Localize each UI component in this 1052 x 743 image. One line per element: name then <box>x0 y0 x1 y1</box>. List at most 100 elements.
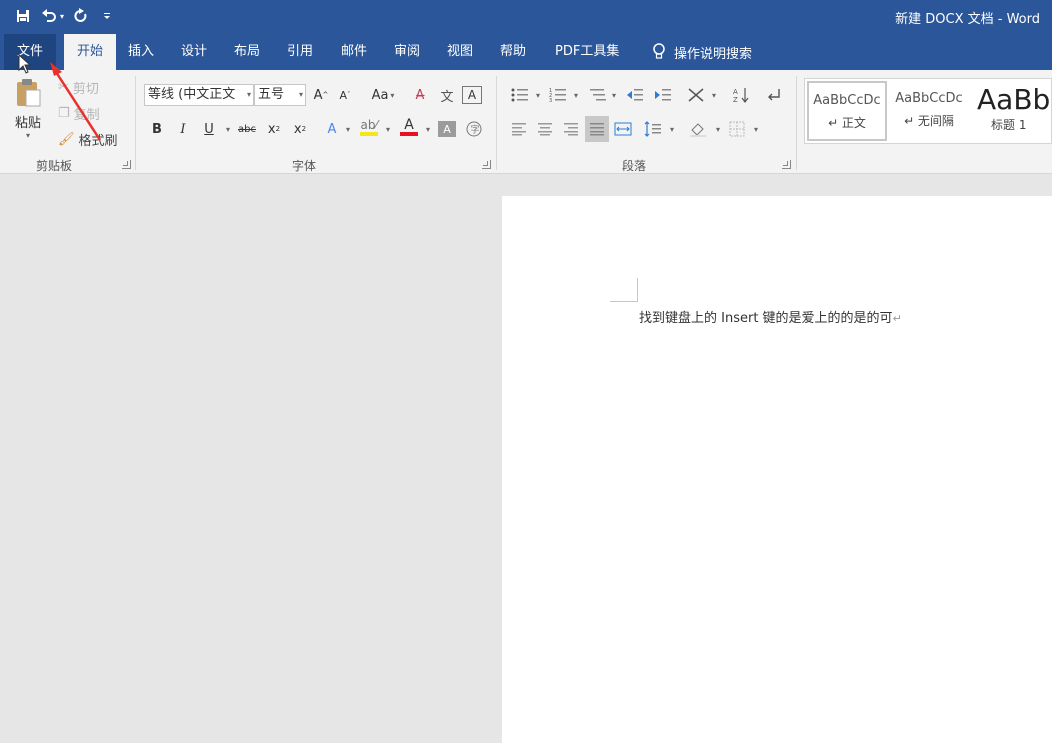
font-color-bar <box>400 132 418 136</box>
highlight-dropdown-icon[interactable]: ▾ <box>386 125 390 134</box>
highlight-button[interactable]: ab⁄ <box>358 116 380 138</box>
font-size-dropdown-icon: ▾ <box>298 90 303 99</box>
grow-font-button[interactable]: A ^ <box>312 84 330 106</box>
tab-file[interactable]: 文件 <box>4 34 56 70</box>
underline-button[interactable]: U <box>200 118 218 140</box>
tab-design[interactable]: 设计 <box>171 34 217 70</box>
group-label-font: 字体 <box>292 159 317 173</box>
style-no-spacing[interactable]: AaBbCcDc ↵ 无间隔 <box>889 81 969 141</box>
paste-dropdown-icon[interactable]: ▾ <box>10 131 46 140</box>
clear-formatting-icon[interactable]: A̶ <box>410 84 430 106</box>
text-effects-icon: A <box>327 121 337 137</box>
multilevel-list-icon[interactable] <box>586 84 610 106</box>
sort-icon[interactable]: AZ <box>730 84 752 106</box>
style-name: ↵ 正文 <box>828 116 866 130</box>
tab-help[interactable]: 帮助 <box>490 34 536 70</box>
format-painter-button[interactable]: 🖌 格式刷 <box>58 130 118 149</box>
multilevel-dropdown-icon[interactable]: ▾ <box>612 91 616 100</box>
copy-icon: ❐ <box>58 106 70 121</box>
superscript-button[interactable]: x2 <box>290 118 310 140</box>
italic-button[interactable]: I <box>174 118 192 140</box>
style-normal[interactable]: AaBbCcDc ↵ 正文 <box>807 81 887 141</box>
align-right-icon[interactable] <box>560 118 582 140</box>
paragraph-launcher-icon[interactable] <box>782 160 791 169</box>
increase-indent-icon[interactable] <box>652 84 674 106</box>
character-border-icon[interactable]: A <box>462 86 482 104</box>
paragraph-mark: ↵ <box>892 312 902 325</box>
copy-button[interactable]: ❐ 复制 <box>58 104 100 123</box>
paste-icon <box>17 79 41 107</box>
subscript-button[interactable]: x2 <box>264 118 284 140</box>
lightbulb-icon <box>653 43 665 59</box>
line-spacing-icon[interactable] <box>642 118 664 140</box>
font-color-dropdown-icon[interactable]: ▾ <box>426 125 430 134</box>
document-text: 找到键盘上的 Insert 键的是爱上的的是的可 <box>639 311 893 326</box>
tab-layout[interactable]: 布局 <box>224 34 270 70</box>
tab-pdf-tools[interactable]: PDF工具集 <box>545 34 629 70</box>
bullets-icon[interactable] <box>508 84 532 106</box>
cut-button[interactable]: ✂ 剪切 <box>58 78 99 97</box>
tab-view[interactable]: 视图 <box>437 34 483 70</box>
bold-button[interactable]: B <box>148 118 166 140</box>
text-effects-button[interactable]: A <box>322 118 342 140</box>
font-launcher-icon[interactable] <box>482 160 491 169</box>
document-paragraph[interactable]: 找到键盘上的 Insert 键的是爱上的的是的可↵ <box>639 307 902 326</box>
redo-icon[interactable] <box>70 6 92 26</box>
cut-label: 剪切 <box>72 82 99 97</box>
align-left-icon[interactable] <box>508 118 530 140</box>
chinese-layout-icon[interactable] <box>684 84 708 106</box>
character-shading-button[interactable]: A <box>438 121 456 137</box>
strikethrough-button[interactable]: abc <box>234 118 260 140</box>
tab-insert[interactable]: 插入 <box>118 34 164 70</box>
ribbon-home: 粘贴 ▾ ✂ 剪切 ❐ 复制 🖌 格式刷 剪贴板 等线 (中文正文 ▾ 五号 ▾… <box>0 70 1052 174</box>
scissors-icon: ✂ <box>58 80 69 95</box>
customize-qat-icon[interactable] <box>96 6 118 26</box>
tab-home[interactable]: 开始 <box>64 34 116 70</box>
group-label-paragraph: 段落 <box>622 159 647 173</box>
tell-me-label: 操作说明搜索 <box>674 46 753 62</box>
font-color-button[interactable]: A <box>398 116 420 138</box>
style-heading-1[interactable]: AaBb 标题 1 <box>971 81 1052 141</box>
clipboard-launcher-icon[interactable] <box>122 160 131 169</box>
underline-dropdown-icon[interactable]: ▾ <box>226 125 230 134</box>
font-name-combo[interactable]: 等线 (中文正文 ▾ <box>144 84 254 106</box>
chinese-layout-dropdown-icon[interactable]: ▾ <box>712 91 716 100</box>
numbering-dropdown-icon[interactable]: ▾ <box>574 91 578 100</box>
justify-icon[interactable] <box>585 116 609 142</box>
phonetic-guide-icon[interactable]: 文 <box>436 84 458 106</box>
enclose-characters-icon[interactable]: 字 <box>464 118 484 140</box>
text-effects-dropdown-icon[interactable]: ▾ <box>346 125 350 134</box>
align-center-icon[interactable] <box>534 118 556 140</box>
group-separator <box>796 76 797 170</box>
tell-me-search[interactable]: 操作说明搜索 <box>652 34 752 70</box>
style-name: 标题 1 <box>991 118 1027 132</box>
line-spacing-dropdown-icon[interactable]: ▾ <box>670 125 674 134</box>
shading-dropdown-icon[interactable]: ▾ <box>716 125 720 134</box>
show-hide-marks-icon[interactable] <box>762 84 784 106</box>
tab-references[interactable]: 引用 <box>277 34 323 70</box>
numbering-icon[interactable]: 123 <box>546 84 570 106</box>
borders-dropdown-icon[interactable]: ▾ <box>754 125 758 134</box>
paste-button[interactable]: 粘贴 ▾ <box>10 78 46 146</box>
group-separator <box>496 76 497 170</box>
document-page[interactable]: 找到键盘上的 Insert 键的是爱上的的是的可↵ <box>502 196 1052 743</box>
style-preview: AaBb <box>977 83 1051 116</box>
ribbon-tab-bar: 文件 开始 插入 设计 布局 引用 邮件 审阅 视图 帮助 PDF工具集 操作说… <box>0 34 1052 70</box>
font-color-icon: A <box>404 117 414 133</box>
distributed-icon[interactable] <box>612 118 634 140</box>
decrease-indent-icon[interactable] <box>624 84 646 106</box>
font-size-combo[interactable]: 五号 ▾ <box>254 84 306 106</box>
undo-icon[interactable] <box>38 6 60 26</box>
undo-dropdown-icon[interactable]: ▾ <box>60 12 64 21</box>
highlighter-icon: ab⁄ <box>360 118 378 132</box>
brush-icon: 🖌 <box>58 132 75 147</box>
borders-icon[interactable] <box>726 118 748 140</box>
shrink-font-button[interactable]: Aˇ <box>336 84 354 106</box>
change-case-button[interactable]: Aa ▾ <box>366 84 400 106</box>
tab-review[interactable]: 审阅 <box>384 34 430 70</box>
save-icon[interactable] <box>12 6 34 26</box>
bullets-dropdown-icon[interactable]: ▾ <box>536 91 540 100</box>
shading-icon[interactable] <box>686 118 710 140</box>
svg-text:字: 字 <box>471 124 480 136</box>
tab-mailings[interactable]: 邮件 <box>331 34 377 70</box>
